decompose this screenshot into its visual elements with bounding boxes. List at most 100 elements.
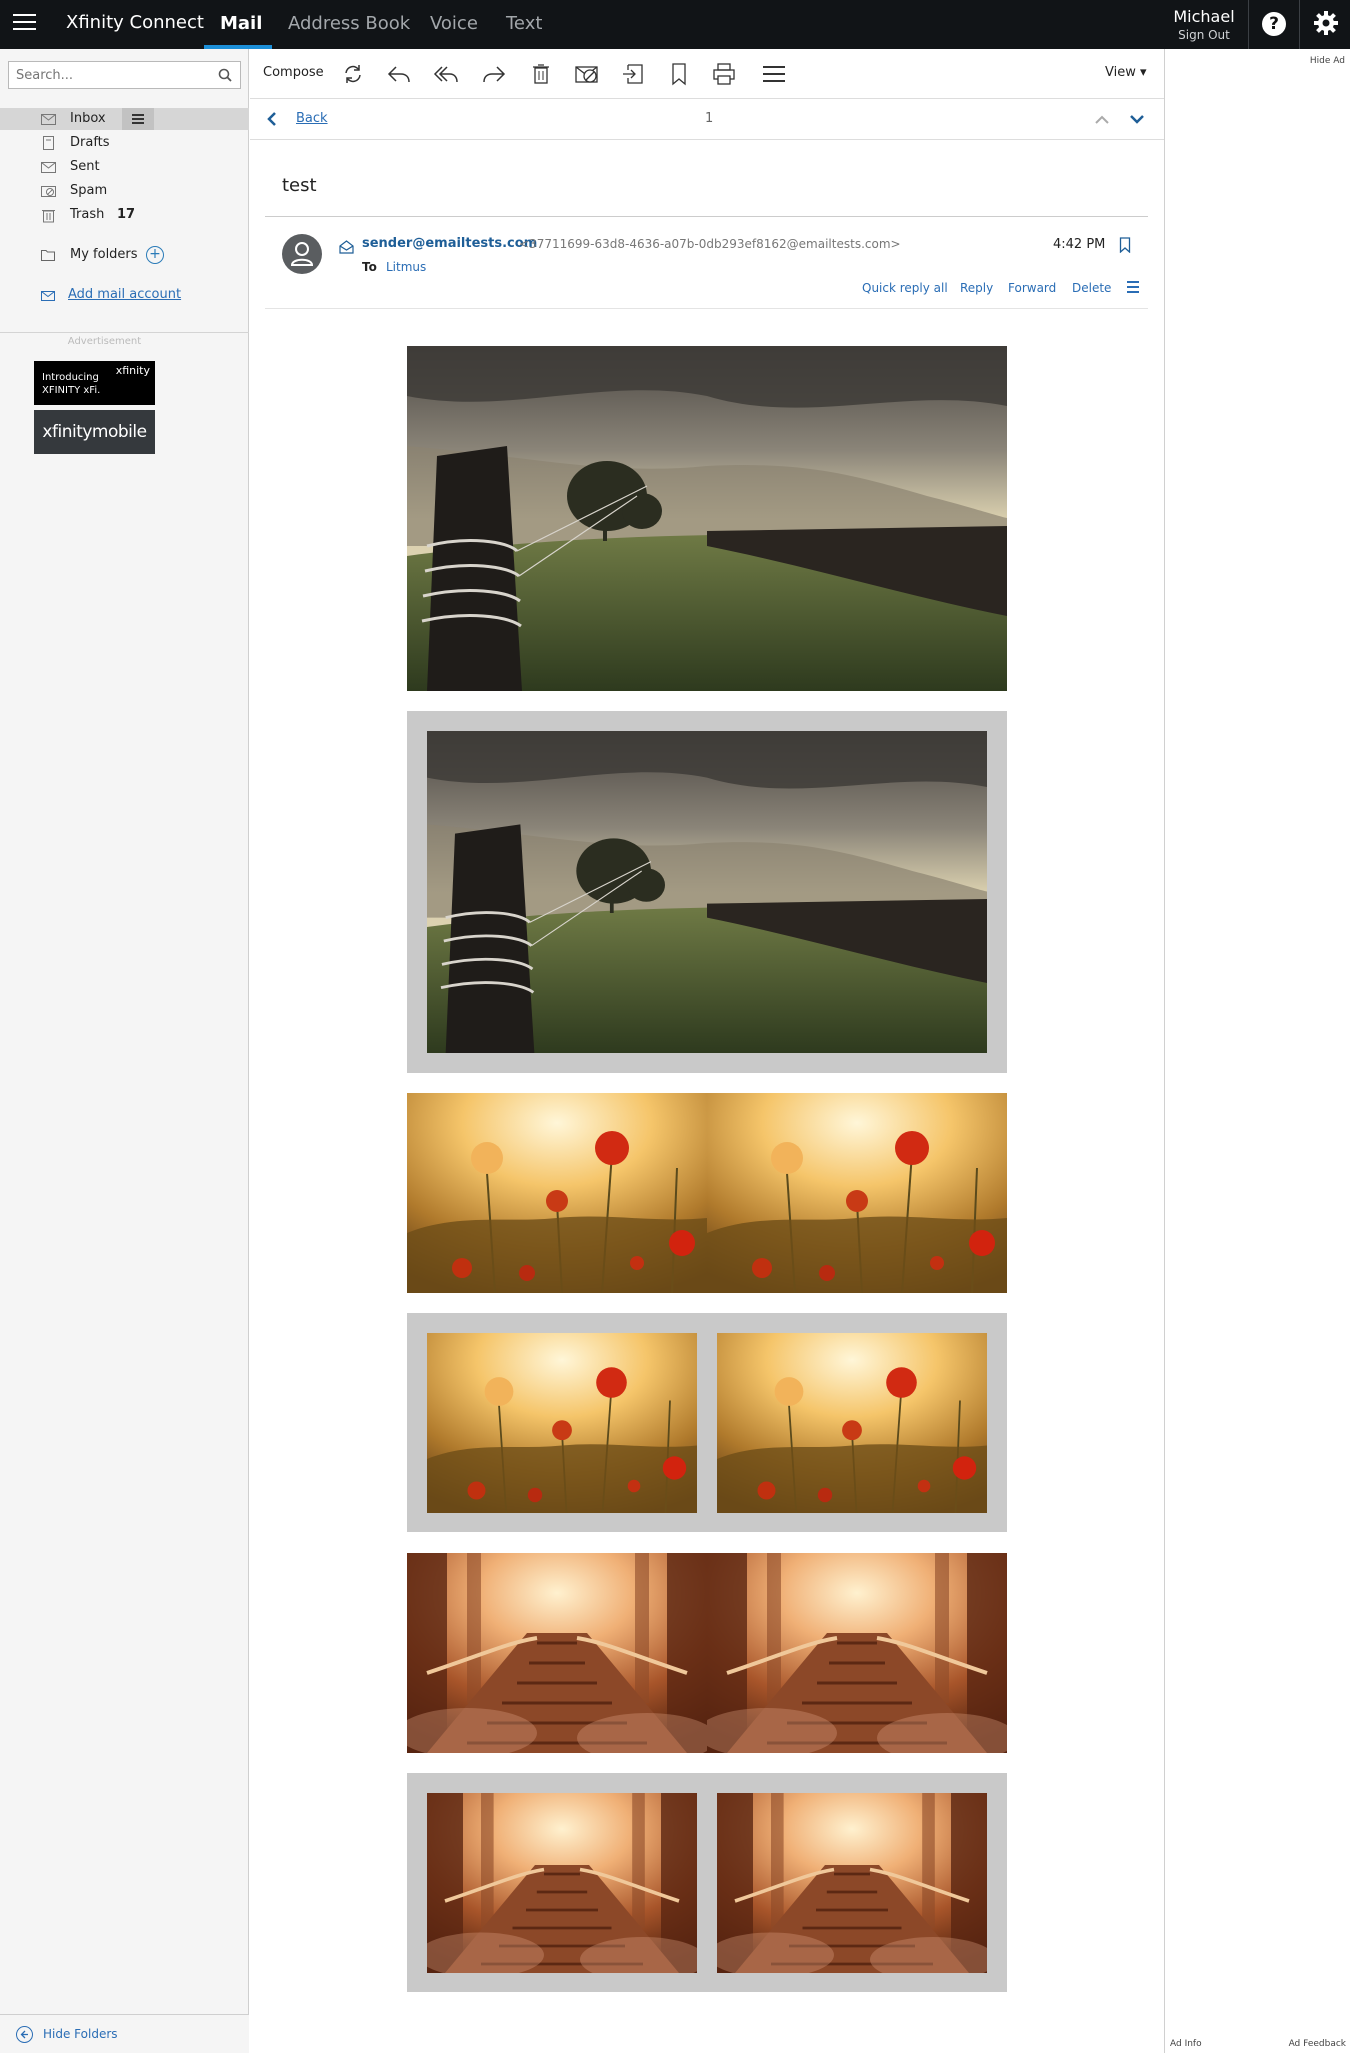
message-position: 1 bbox=[705, 111, 714, 126]
folder-icon bbox=[41, 249, 55, 261]
folder-inbox[interactable]: Inbox bbox=[0, 108, 249, 130]
reply-button[interactable]: Reply bbox=[960, 281, 993, 295]
poppies-image bbox=[427, 1333, 697, 1513]
ad-banner-xfi[interactable]: Introducing XFINITY xFi. xfinity bbox=[34, 361, 155, 405]
message-time: 4:42 PM bbox=[1053, 237, 1106, 252]
unread-count: 17 bbox=[117, 207, 136, 222]
arrow-left-icon bbox=[16, 2026, 33, 2043]
forest-bridge-image bbox=[707, 1553, 1007, 1753]
more-actions-icon[interactable] bbox=[1127, 281, 1139, 296]
folder-label: Inbox bbox=[70, 111, 106, 126]
forest-bridge-image bbox=[717, 1793, 987, 1973]
chevron-up-icon[interactable] bbox=[1094, 113, 1110, 125]
my-folders-label[interactable]: My folders bbox=[70, 247, 138, 262]
gear-icon[interactable] bbox=[1313, 10, 1339, 36]
inbox-icon bbox=[41, 112, 56, 125]
to-label: To bbox=[362, 260, 377, 274]
forest-bridge-image bbox=[407, 1553, 707, 1753]
read-envelope-icon bbox=[339, 240, 354, 254]
delete-button[interactable]: Delete bbox=[1072, 281, 1111, 295]
message-subject: test bbox=[282, 175, 317, 196]
folder-spam[interactable]: Spam bbox=[0, 180, 249, 202]
hide-folders-bar[interactable]: Hide Folders bbox=[0, 2014, 249, 2053]
divider bbox=[1299, 0, 1300, 49]
divider bbox=[1248, 0, 1249, 49]
quick-reply-all-button[interactable]: Quick reply all bbox=[862, 281, 948, 295]
app-brand[interactable]: Xfinity Connect bbox=[66, 12, 204, 33]
ad-banner-mobile[interactable]: xfinitymobile bbox=[34, 410, 155, 454]
sender-name[interactable]: sender@emailtests.com bbox=[362, 236, 537, 251]
folder-trash[interactable]: Trash 17 bbox=[0, 204, 249, 226]
trash-icon bbox=[41, 208, 56, 223]
ad-text: Introducing XFINITY xFi. bbox=[42, 372, 101, 396]
folder-drafts[interactable]: Drafts bbox=[0, 132, 249, 154]
ad-brand: xfinity bbox=[115, 364, 150, 377]
folder-sidebar: Inbox Drafts Sent Spam Trash 17 My folde… bbox=[0, 49, 249, 2053]
message-toolbar: Compose View ▾ bbox=[250, 49, 1164, 99]
chevron-down-icon[interactable] bbox=[1129, 113, 1145, 125]
sender-address: <37711699-63d8-4636-a07b-0db293ef8162@em… bbox=[519, 237, 901, 251]
advertisement-label: Advertisement bbox=[67, 336, 142, 347]
recipient-name[interactable]: Litmus bbox=[386, 260, 426, 274]
folder-label: Spam bbox=[70, 183, 108, 198]
caret-down-icon: ▾ bbox=[1140, 65, 1147, 80]
flag-icon[interactable] bbox=[666, 61, 692, 87]
landscape-image bbox=[427, 731, 987, 1053]
search-input[interactable] bbox=[9, 62, 199, 88]
more-icon[interactable] bbox=[761, 61, 787, 87]
move-icon[interactable] bbox=[620, 61, 646, 87]
search-box bbox=[8, 61, 241, 89]
back-link[interactable]: Back bbox=[296, 111, 328, 126]
delete-icon[interactable] bbox=[528, 61, 554, 87]
divider bbox=[265, 308, 1148, 309]
ad-info-link[interactable]: Ad Info bbox=[1170, 2039, 1202, 2049]
folder-menu-icon[interactable] bbox=[122, 108, 154, 130]
landscape-image bbox=[407, 346, 1007, 691]
user-name: Michael bbox=[1173, 7, 1235, 26]
top-bar: Xfinity Connect Mail Address Book Voice … bbox=[0, 0, 1350, 49]
poppies-image bbox=[717, 1333, 987, 1513]
hide-folders-label: Hide Folders bbox=[43, 2027, 118, 2041]
spam-icon[interactable] bbox=[574, 61, 600, 87]
message-navbar: Back 1 bbox=[250, 100, 1164, 140]
hamburger-menu-icon[interactable] bbox=[13, 14, 36, 34]
sender-avatar bbox=[282, 234, 322, 274]
user-menu: Michael Sign Out bbox=[1168, 7, 1240, 42]
folder-sent[interactable]: Sent bbox=[0, 156, 249, 178]
refresh-icon[interactable] bbox=[340, 61, 366, 87]
reply-all-icon[interactable] bbox=[433, 61, 459, 87]
sent-icon bbox=[41, 160, 56, 173]
tab-mail[interactable]: Mail bbox=[220, 13, 262, 34]
add-folder-icon[interactable]: + bbox=[146, 246, 164, 264]
folder-label: Sent bbox=[70, 159, 100, 174]
tab-address-book[interactable]: Address Book bbox=[288, 13, 410, 34]
forest-bridge-image bbox=[427, 1793, 697, 1973]
tab-text[interactable]: Text bbox=[506, 13, 542, 34]
ad-pane: Hide Ad Ad Info Ad Feedback bbox=[1164, 49, 1350, 2053]
view-dropdown[interactable]: View ▾ bbox=[1105, 65, 1147, 80]
reply-icon[interactable] bbox=[386, 61, 412, 87]
print-icon[interactable] bbox=[711, 61, 737, 87]
help-icon[interactable]: ? bbox=[1262, 12, 1286, 36]
poppies-image bbox=[707, 1093, 1007, 1293]
spam-icon bbox=[41, 184, 56, 197]
add-mail-account-link[interactable]: Add mail account bbox=[68, 287, 181, 302]
divider bbox=[0, 332, 249, 333]
folder-label: Trash bbox=[70, 207, 105, 222]
drafts-icon bbox=[41, 136, 56, 150]
forward-button[interactable]: Forward bbox=[1008, 281, 1056, 295]
mail-icon bbox=[41, 291, 55, 301]
poppies-image bbox=[407, 1093, 707, 1293]
ad-feedback-link[interactable]: Ad Feedback bbox=[1289, 2039, 1346, 2049]
hide-ad-link[interactable]: Hide Ad bbox=[1310, 56, 1345, 66]
search-icon[interactable] bbox=[218, 68, 232, 82]
divider bbox=[265, 216, 1148, 217]
flag-icon[interactable] bbox=[1119, 237, 1131, 253]
compose-button[interactable]: Compose bbox=[263, 65, 324, 80]
sign-out-link[interactable]: Sign Out bbox=[1168, 28, 1240, 42]
tab-voice[interactable]: Voice bbox=[430, 13, 478, 34]
folder-label: Drafts bbox=[70, 135, 110, 150]
forward-icon[interactable] bbox=[481, 61, 507, 87]
chevron-left-icon[interactable] bbox=[266, 111, 278, 127]
view-label: View bbox=[1105, 65, 1136, 80]
